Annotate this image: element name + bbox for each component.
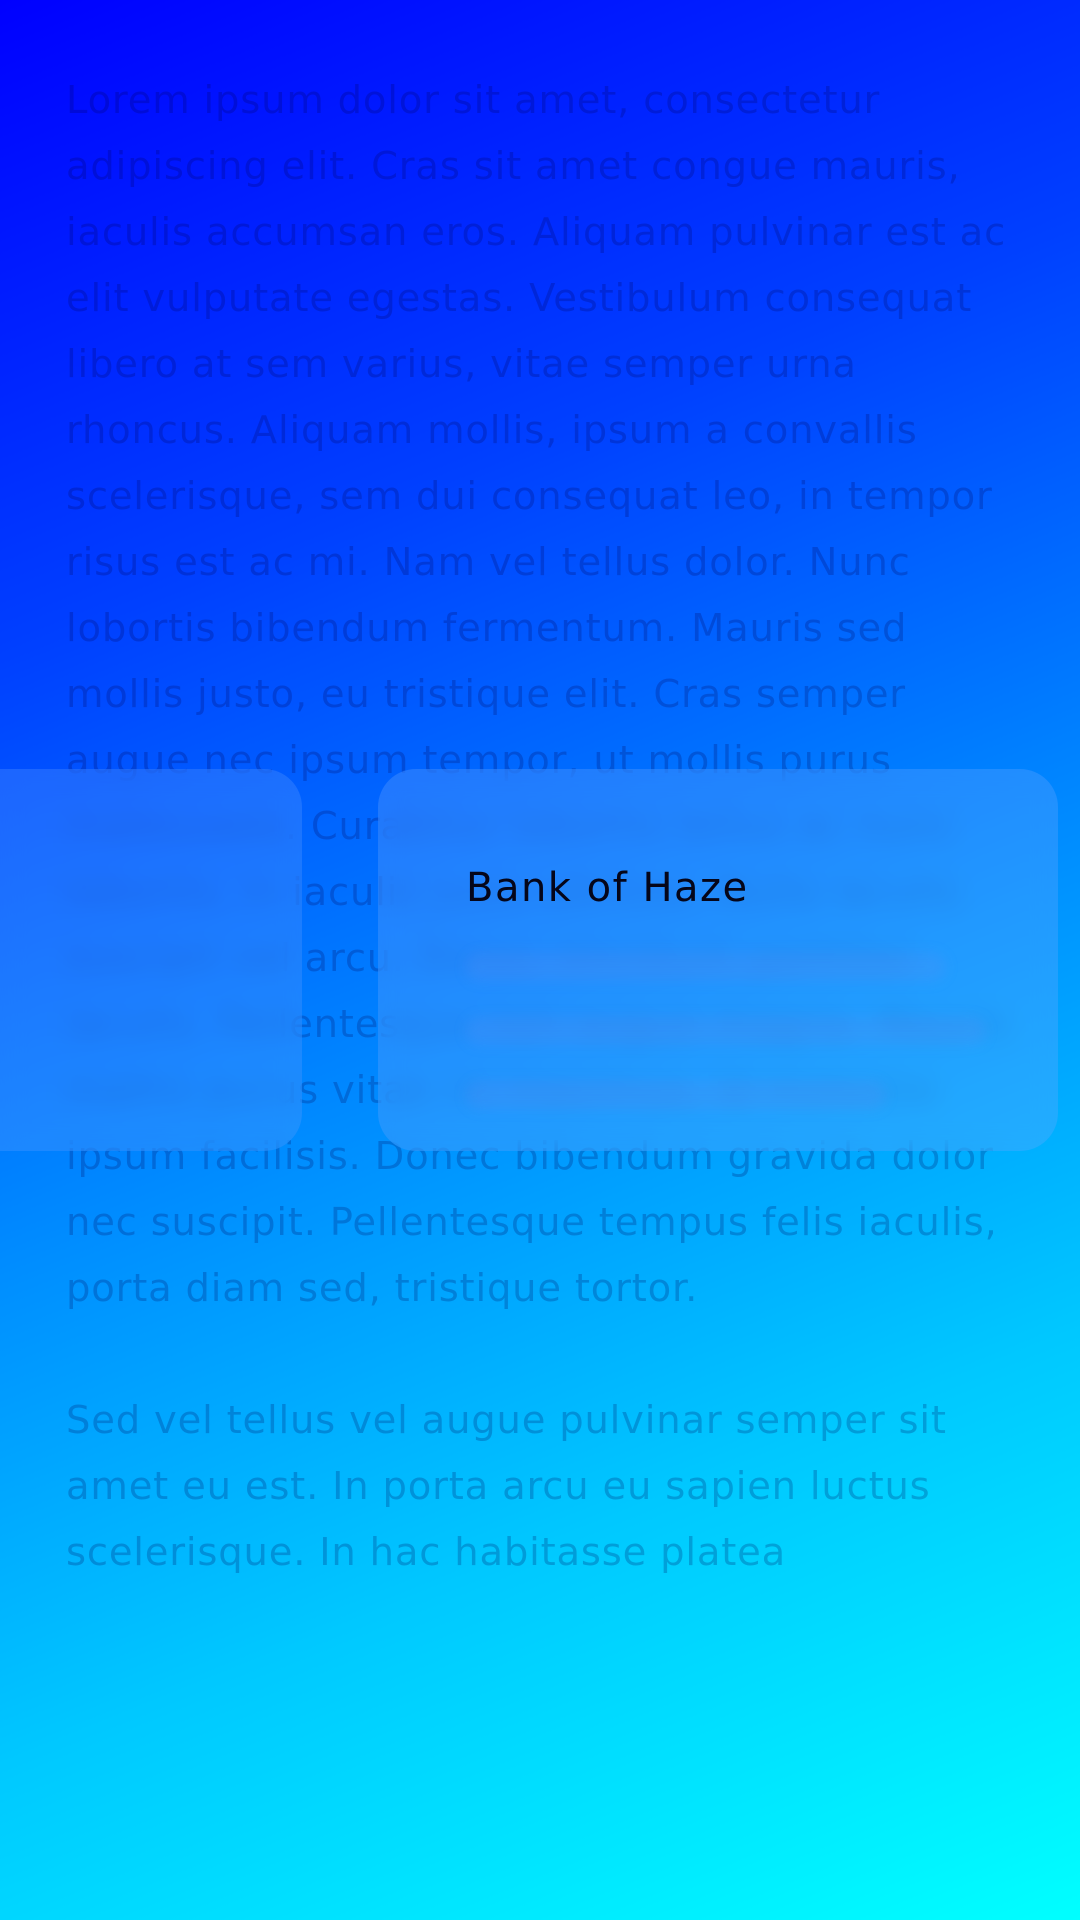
card-placeholder-line-3 [466, 1081, 886, 1109]
card-left-peek[interactable] [0, 769, 302, 1151]
card-title: Bank of Haze [466, 865, 749, 911]
card-placeholder-line-1 [466, 953, 946, 981]
card-placeholder-line-2 [466, 1017, 986, 1045]
screen: Lorem ipsum dolor sit amet, consectetur … [0, 0, 1080, 1920]
background-paragraph-2: Sed vel tellus vel augue pulvinar semper… [66, 1398, 947, 1575]
bank-card[interactable]: Bank of Haze [378, 769, 1058, 1151]
